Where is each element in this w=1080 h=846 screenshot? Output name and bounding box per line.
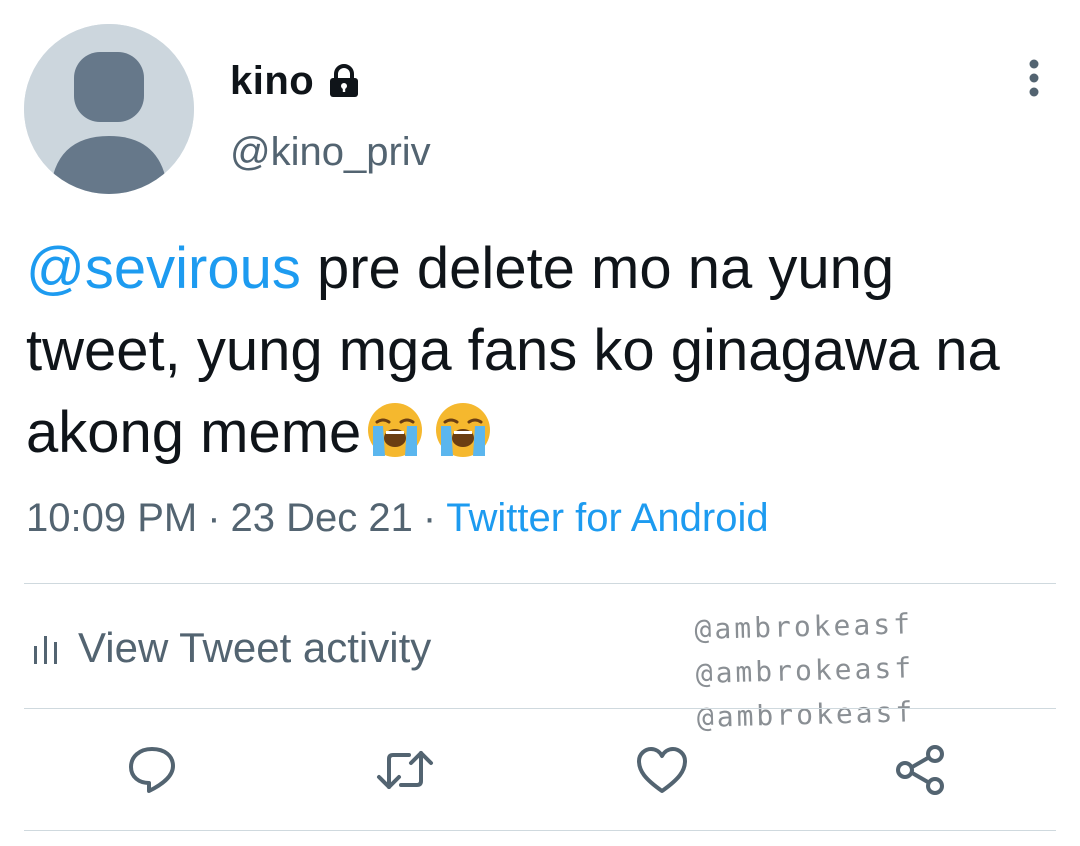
emoji-group — [365, 400, 493, 460]
heart-icon — [637, 747, 687, 793]
retweet-icon — [377, 751, 433, 789]
watermark-line: @ambrokeasf — [695, 651, 915, 690]
tweet-text: @sevirous pre delete mo na yung tweet, y… — [26, 228, 1046, 474]
divider — [24, 583, 1056, 584]
reply-icon — [129, 747, 175, 793]
tweet-date: 23 Dec 21 — [230, 496, 413, 540]
loudly-crying-face-icon — [436, 403, 491, 457]
bar-chart-icon — [34, 636, 57, 664]
view-tweet-activity-button[interactable]: View Tweet activity — [32, 620, 431, 676]
default-avatar-icon — [24, 24, 194, 194]
tweet-source-link[interactable]: Twitter for Android — [446, 496, 768, 540]
like-button[interactable] — [632, 740, 692, 800]
watermark-line: @ambrokeasf — [696, 695, 916, 734]
user-name-row: kino — [230, 56, 360, 106]
more-vertical-icon — [1029, 59, 1039, 97]
watermark-line: @ambrokeasf — [694, 607, 914, 646]
lock-icon — [328, 64, 360, 98]
share-icon — [896, 745, 944, 795]
tweet-time: 10:09 PM — [26, 496, 198, 540]
display-name[interactable]: kino — [230, 59, 314, 104]
user-handle[interactable]: @kino_priv — [230, 130, 431, 175]
share-button[interactable] — [890, 740, 950, 800]
avatar[interactable] — [24, 24, 194, 194]
more-options-button[interactable] — [1012, 56, 1056, 100]
loudly-crying-face-icon — [368, 403, 423, 457]
divider — [24, 708, 1056, 709]
divider — [24, 830, 1056, 831]
tweet-meta: 10:09 PM · 23 Dec 21 · Twitter for Android — [26, 496, 769, 541]
mention-link[interactable]: @sevirous — [26, 236, 301, 301]
reply-button[interactable] — [122, 740, 182, 800]
watermark: @ambrokeasf @ambrokeasf @ambrokeasf — [694, 602, 916, 740]
retweet-button[interactable] — [375, 740, 435, 800]
meta-separator: · — [207, 496, 221, 540]
view-tweet-activity-label: View Tweet activity — [78, 624, 432, 671]
meta-separator: · — [422, 496, 437, 540]
